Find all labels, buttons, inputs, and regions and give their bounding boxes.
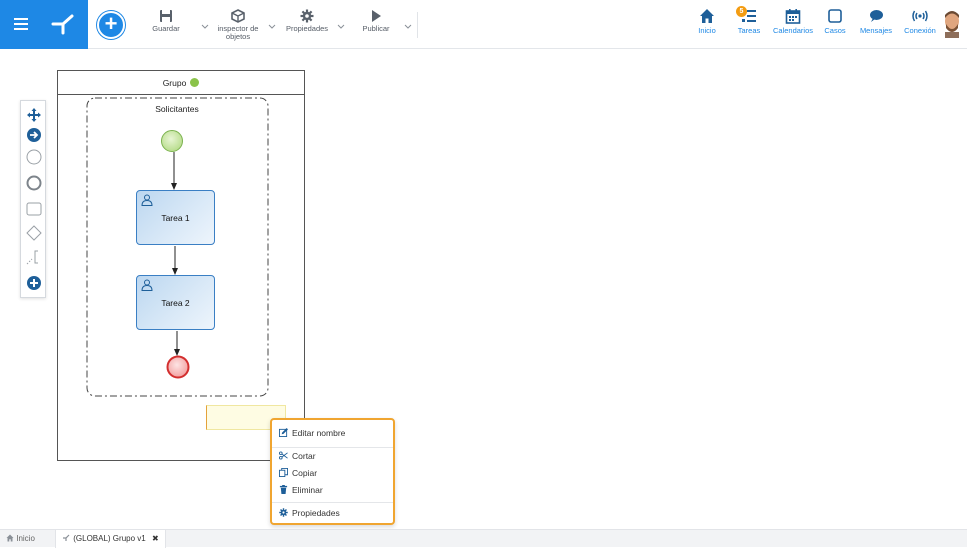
copy-icon: [279, 468, 288, 477]
inspector-dropdown-chevron-icon[interactable]: [268, 22, 276, 30]
gear-icon: [279, 508, 288, 517]
edit-pencil-icon: [279, 428, 288, 437]
toolbar-divider: [417, 12, 418, 38]
menu-divider: [272, 502, 393, 503]
start-event-circle-icon[interactable]: [26, 149, 42, 165]
task-1[interactable]: Tarea 1: [136, 190, 215, 245]
user-task-icon: [141, 279, 153, 291]
nav-cases-label: Casos: [824, 26, 846, 35]
add-new-button[interactable]: +: [97, 11, 125, 39]
shape-palette: [20, 100, 46, 298]
nav-calendars[interactable]: Calendarios: [770, 8, 816, 35]
scissors-icon: [279, 451, 288, 460]
nav-home-label: Inicio: [698, 26, 716, 35]
nav-tasks-label: Tareas: [737, 26, 761, 35]
menu-item-properties[interactable]: Propiedades: [279, 506, 340, 520]
group-label: Solicitantes: [155, 104, 199, 114]
pool-header[interactable]: Grupo: [58, 71, 304, 95]
save-dropdown-chevron-icon[interactable]: [201, 22, 209, 30]
tab-home[interactable]: Inicio: [6, 530, 35, 548]
process-diagram-icon: [63, 534, 70, 541]
hamburger-menu-icon[interactable]: [12, 14, 32, 34]
home-icon: [700, 9, 714, 23]
cube-icon: [231, 9, 245, 23]
context-menu: Editar nombre Cortar Copiar Eliminar Pro…: [270, 418, 395, 525]
save-label: Guardar: [152, 24, 180, 33]
menu-item-edit-name[interactable]: Editar nombre: [279, 426, 345, 440]
menu-divider: [272, 447, 393, 448]
status-dot-icon: [190, 78, 200, 87]
menu-item-copy[interactable]: Copiar: [279, 466, 317, 480]
nav-home[interactable]: Inicio: [693, 8, 721, 35]
gateway-diamond-icon[interactable]: [26, 225, 42, 241]
user-task-icon: [141, 194, 153, 206]
nav-tasks[interactable]: 5 Tareas: [733, 6, 765, 35]
tasks-count-badge: 5: [736, 6, 747, 17]
inspector-label-line2: objetos: [225, 32, 251, 41]
properties-button[interactable]: Propiedades: [282, 9, 332, 33]
connector-arrow-icon[interactable]: [26, 127, 42, 143]
bottom-tab-bar: Inicio (GLOBAL) Grupo v1 ✖: [0, 529, 967, 548]
gear-icon: [300, 9, 314, 23]
menu-item-delete[interactable]: Eliminar: [279, 483, 323, 497]
start-event[interactable]: [161, 130, 183, 152]
chat-bubble-icon: [870, 10, 883, 22]
annotation-icon[interactable]: [26, 249, 42, 265]
task-1-label: Tarea 1: [161, 213, 190, 223]
broadcast-signal-icon: [912, 10, 928, 22]
more-shapes-plus-icon[interactable]: [26, 275, 42, 291]
home-icon: [6, 534, 14, 542]
nav-messages-label: Mensajes: [859, 26, 893, 35]
nav-cases[interactable]: Casos: [822, 8, 848, 35]
nav-messages[interactable]: Mensajes: [857, 8, 895, 35]
publish-label: Publicar: [362, 24, 390, 33]
tab-close-icon[interactable]: ✖: [152, 534, 159, 543]
brand-area: [0, 0, 88, 49]
tab-process-global-grupo[interactable]: (GLOBAL) Grupo v1 ✖: [55, 530, 166, 548]
nav-calendars-label: Calendarios: [772, 26, 814, 35]
move-arrows-icon[interactable]: [26, 107, 42, 123]
task-2-label: Tarea 2: [161, 298, 190, 308]
properties-label: Propiedades: [285, 24, 329, 33]
play-icon: [372, 10, 381, 22]
task-rectangle-icon[interactable]: [26, 201, 42, 217]
trash-icon: [279, 485, 288, 494]
nav-connection[interactable]: Conexión: [901, 8, 939, 35]
publish-button[interactable]: Publicar: [358, 9, 394, 33]
properties-dropdown-chevron-icon[interactable]: [337, 22, 345, 30]
pool-title: Grupo: [162, 78, 187, 88]
nav-connection-label: Conexión: [904, 26, 936, 35]
top-toolbar: + Guardar inspector de objetos Propiedad…: [0, 0, 967, 49]
object-inspector-button[interactable]: inspector de objetos: [214, 9, 262, 41]
user-avatar[interactable]: [942, 10, 962, 38]
task-2[interactable]: Tarea 2: [136, 275, 215, 330]
end-event-circle-icon[interactable]: [26, 175, 42, 191]
save-button[interactable]: Guardar: [150, 9, 182, 33]
publish-dropdown-chevron-icon[interactable]: [404, 22, 412, 30]
app-logo-icon[interactable]: [50, 12, 76, 36]
end-event[interactable]: [166, 355, 190, 379]
cases-square-icon: [828, 9, 842, 23]
save-icon: [160, 10, 172, 22]
calendar-icon: [785, 9, 801, 24]
menu-item-cut[interactable]: Cortar: [279, 449, 316, 463]
